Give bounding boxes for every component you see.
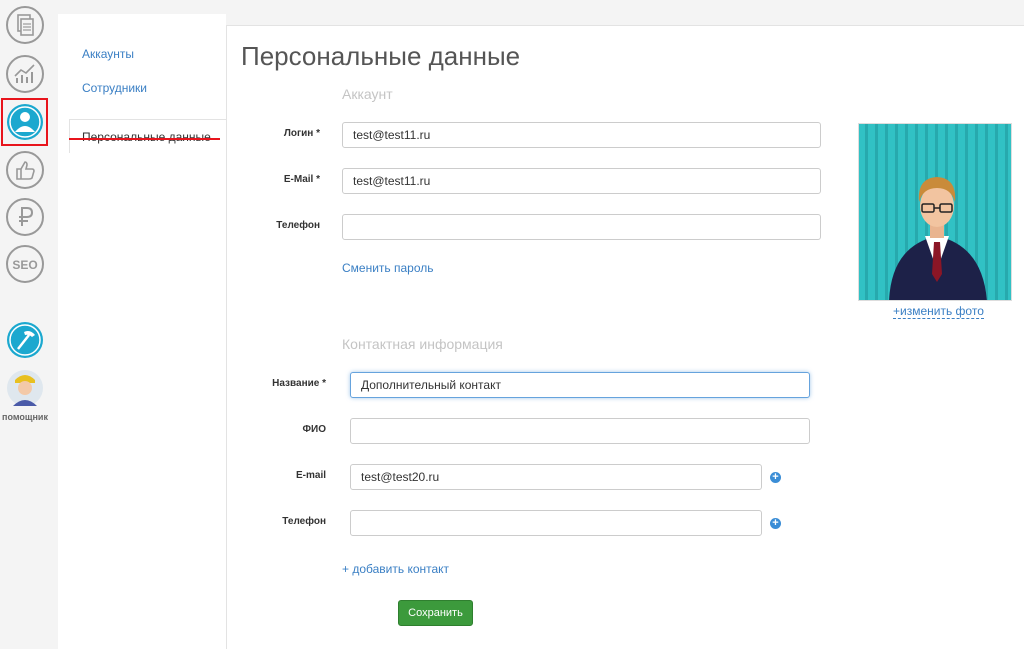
active-tab-underline — [69, 138, 220, 140]
phone-input[interactable] — [342, 214, 821, 240]
subnav-item-label: Персональные данные — [82, 130, 211, 144]
email-input[interactable] — [342, 168, 821, 194]
hammer-icon[interactable] — [5, 320, 45, 360]
thumbs-up-icon[interactable] — [5, 150, 45, 190]
add-email-plus-icon[interactable]: + — [770, 472, 781, 483]
save-button[interactable]: Сохранить — [398, 600, 473, 626]
contact-email-label: E-mail — [295, 470, 326, 481]
contact-phone-input[interactable] — [350, 510, 762, 536]
login-label: Логин * — [283, 128, 320, 139]
analytics-icon[interactable] — [5, 54, 45, 94]
phone-label: Телефон — [276, 220, 320, 231]
user-profile-icon[interactable] — [5, 102, 45, 142]
svg-text:SEO: SEO — [12, 258, 37, 272]
documents-icon[interactable] — [5, 5, 45, 45]
subnav-item-accounts[interactable]: Аккаунты — [82, 47, 134, 61]
seo-icon[interactable]: SEO — [5, 244, 45, 284]
contact-fio-input[interactable] — [350, 418, 810, 444]
ruble-icon[interactable] — [5, 197, 45, 237]
contact-email-input[interactable] — [350, 464, 762, 490]
subnav-item-personal-data[interactable]: Персональные данные — [69, 119, 226, 153]
email-label: E-Mail * — [283, 174, 320, 185]
change-password-link[interactable]: Сменить пароль — [342, 261, 434, 275]
contact-fio-label: ФИО — [302, 424, 326, 435]
login-input[interactable] — [342, 122, 821, 148]
contact-section-title: Контактная информация — [342, 336, 503, 352]
add-phone-plus-icon[interactable]: + — [770, 518, 781, 529]
contact-name-label: Название * — [272, 378, 326, 389]
helper-avatar-icon — [7, 370, 43, 406]
app: SEO помощник Аккаунты Сотрудники Персона… — [0, 0, 1024, 649]
profile-photo[interactable] — [858, 123, 1012, 301]
add-contact-link[interactable]: + добавить контакт — [342, 562, 449, 576]
account-section-title: Аккаунт — [342, 86, 393, 102]
sub-navigation: Аккаунты Сотрудники Персональные данные — [58, 14, 226, 649]
subnav-item-employees[interactable]: Сотрудники — [82, 81, 147, 95]
contact-phone-label: Телефон — [282, 516, 326, 527]
page-title: Персональные данные — [241, 41, 521, 71]
helper-button[interactable]: помощник — [0, 368, 50, 422]
contact-name-input[interactable] — [350, 372, 810, 398]
change-photo-link[interactable]: +изменить фото — [893, 304, 984, 319]
helper-label: помощник — [2, 412, 48, 422]
icon-rail: SEO помощник — [0, 0, 50, 649]
top-strip — [58, 0, 1024, 14]
